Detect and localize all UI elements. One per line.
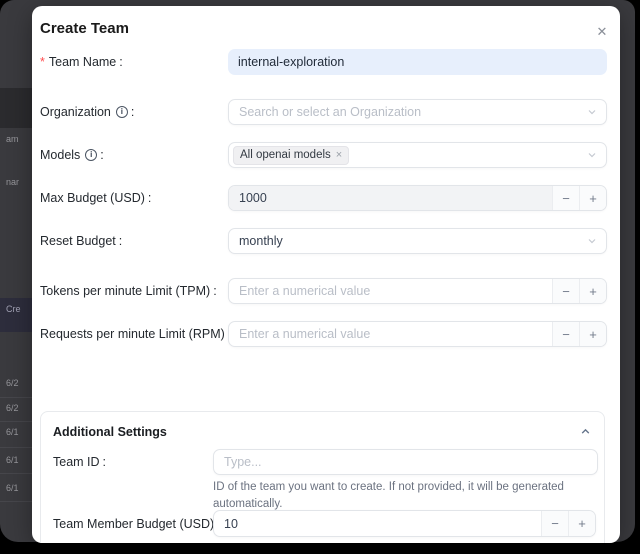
decrement-button[interactable]: − [552,279,579,303]
label-colon: : [213,278,216,304]
models-label-text: Models [40,142,80,168]
member-budget-label-text: Team Member Budget (USD) [53,517,214,531]
reset-budget-value: monthly [239,234,283,248]
label-colon: : [100,142,103,168]
modal-title: Create Team [40,20,129,37]
label-colon: : [119,228,122,254]
reset-budget-label-text: Reset Budget [40,228,116,254]
selected-model-tag-text: All openai models [240,149,331,161]
backdrop-text-fragment: 6/2 [6,378,19,388]
backdrop-text-fragment: 6/2 [6,403,19,413]
tag-remove-icon[interactable]: × [336,150,342,161]
form-row-reset-budget: Reset Budget : monthly [40,228,615,254]
backdrop-text-fragment: nar [6,177,19,187]
additional-settings-section: Additional Settings Team ID : ID of the … [40,411,605,543]
decrement-button[interactable]: − [552,186,579,210]
increment-button[interactable]: + [579,322,606,346]
organization-placeholder: Search or select an Organization [239,105,421,119]
organization-label-text: Organization [40,99,111,125]
dimmed-row-divider [0,397,34,398]
max-budget-label-text: Max Budget (USD) [40,185,145,211]
reset-budget-label: Reset Budget : [40,228,122,254]
form-row-organization: Organization i : Search or select an Org… [40,99,615,125]
tpm-number-input: − + [228,278,607,304]
dimmed-row-divider [0,501,34,502]
models-label: Models i : [40,142,104,168]
models-multiselect[interactable]: All openai models × [228,142,607,168]
form-row-team-name: * Team Name : [40,49,615,75]
chevron-down-icon [587,236,597,246]
screen: am nar Cre 6/2 6/2 6/1 6/1 6/1 Create Te… [0,0,640,554]
team-id-label-text: Team ID [53,455,100,469]
additional-settings-title: Additional Settings [53,425,167,439]
dimmed-row-divider [0,473,34,474]
dimmed-row-divider [0,421,34,422]
team-id-helper-text: ID of the team you want to create. If no… [213,479,605,514]
collapse-chevron-up-icon[interactable] [578,424,592,438]
rpm-number-input: − + [228,321,607,347]
backdrop-text-fragment: 6/1 [6,455,19,465]
info-icon: i [116,106,128,118]
tpm-label-text: Tokens per minute Limit (TPM) [40,278,210,304]
tpm-input[interactable] [239,284,552,298]
chevron-down-icon [587,107,597,117]
team-id-label: Team ID : [53,449,106,475]
chevron-down-icon [587,150,597,160]
rpm-input[interactable] [239,327,552,341]
decrement-button[interactable]: − [552,322,579,346]
dimmed-table-header [0,88,34,128]
backdrop-text-fragment: am [6,134,19,144]
dimmed-row-divider [0,447,34,448]
increment-button[interactable]: + [579,279,606,303]
team-name-label: * Team Name : [40,49,123,75]
label-colon: : [119,49,122,75]
team-name-label-text: Team Name [49,49,116,75]
backdrop-text-fragment: 6/1 [6,427,19,437]
form-row-rpm: Requests per minute Limit (RPM) : − + [40,321,615,347]
decrement-button[interactable]: − [541,511,568,536]
label-colon: : [103,455,106,469]
form-row-max-budget: Max Budget (USD) : − + [40,185,615,211]
required-mark: * [40,49,45,75]
label-colon: : [148,185,151,211]
info-icon: i [85,149,97,161]
member-budget-input[interactable] [224,517,541,531]
member-budget-label: Team Member Budget (USD) ? : [53,510,238,537]
backdrop-text-fragment: 6/1 [6,483,19,493]
max-budget-number-input: − + [228,185,607,211]
member-budget-number-input: − + [213,510,596,537]
create-team-modal: Create Team ✕ * Team Name : Organization… [32,6,620,543]
selected-model-tag: All openai models × [233,146,349,165]
increment-button[interactable]: + [568,511,595,536]
organization-label: Organization i : [40,99,134,125]
rpm-label-text: Requests per minute Limit (RPM) [40,321,225,347]
form-row-models: Models i : All openai models × [40,142,615,168]
team-id-input[interactable] [213,449,598,475]
max-budget-label: Max Budget (USD) : [40,185,151,211]
form-row-tpm: Tokens per minute Limit (TPM) : − + [40,278,615,304]
team-name-input[interactable] [228,49,607,75]
close-icon[interactable]: ✕ [591,21,613,43]
reset-budget-select[interactable]: monthly [228,228,607,254]
increment-button[interactable]: + [579,186,606,210]
rpm-label: Requests per minute Limit (RPM) : [40,321,231,347]
tpm-label: Tokens per minute Limit (TPM) : [40,278,217,304]
label-colon: : [131,99,134,125]
max-budget-input[interactable] [239,191,552,205]
backdrop-text-fragment: Cre [6,304,21,314]
organization-select[interactable]: Search or select an Organization [228,99,607,125]
